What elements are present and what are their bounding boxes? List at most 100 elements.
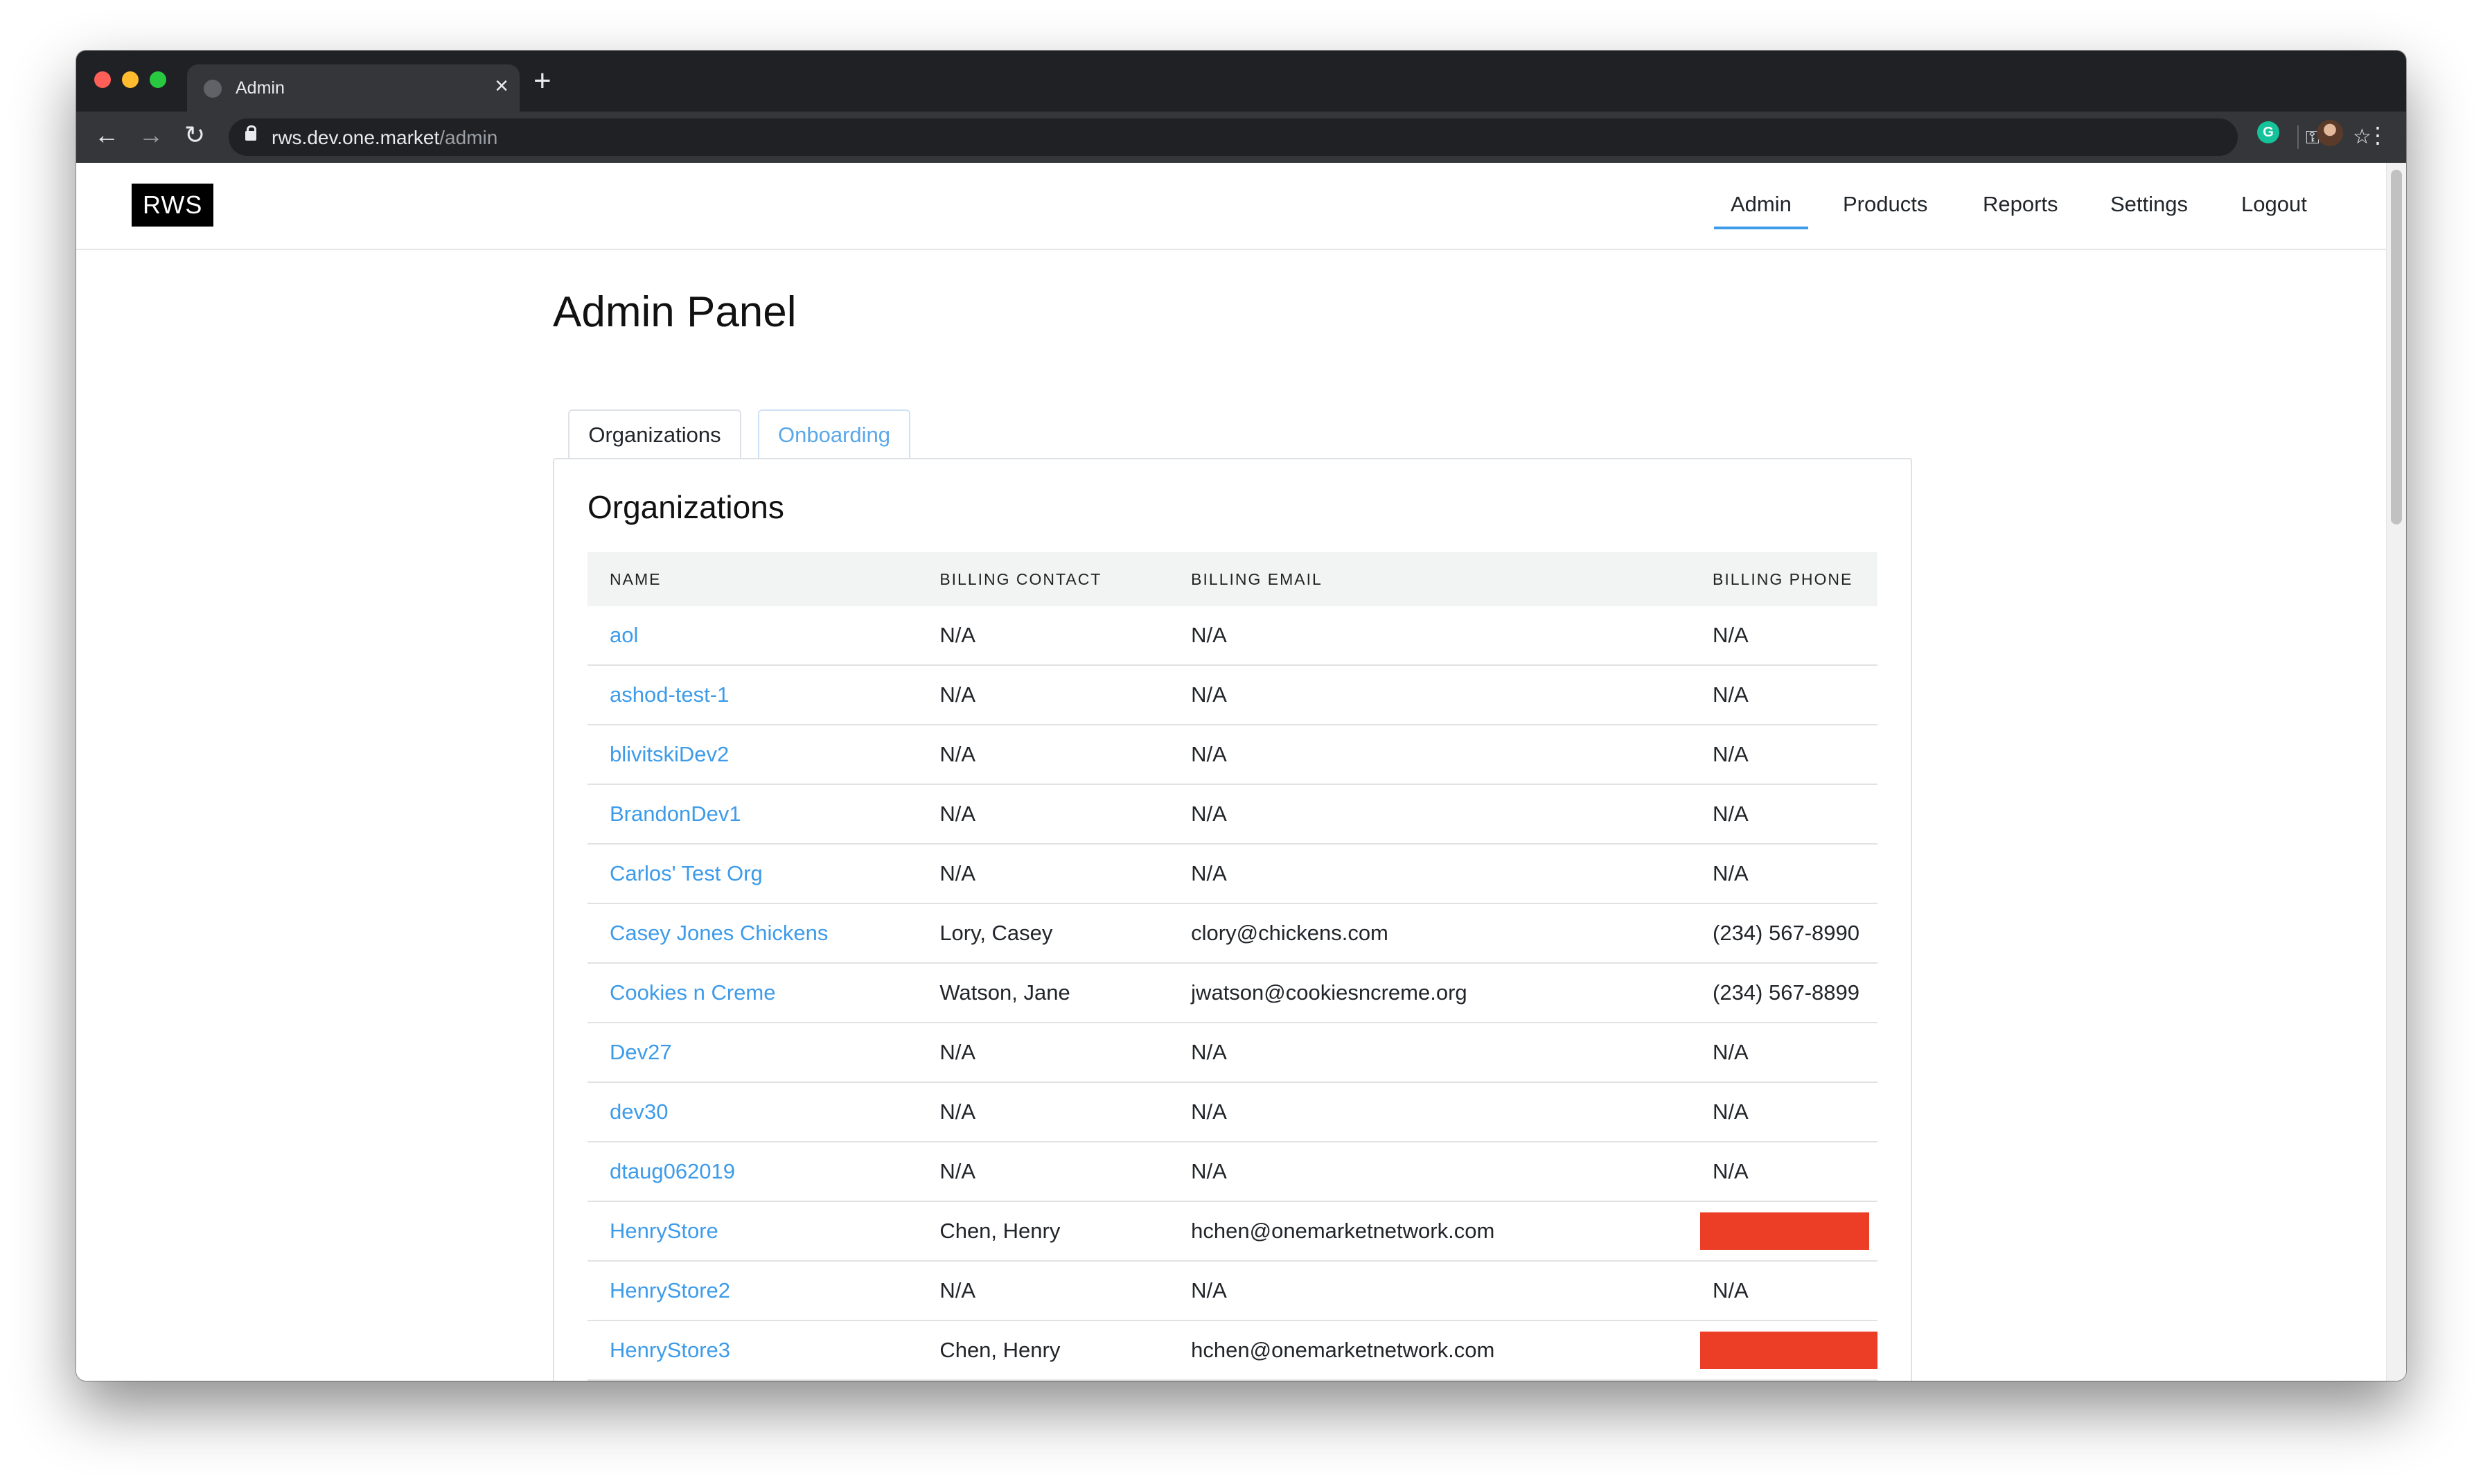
billing-phone-cell: N/A bbox=[1690, 1082, 1877, 1142]
table-row[interactable]: Dev27 N/A N/A N/A bbox=[587, 1023, 1877, 1083]
close-window-button[interactable] bbox=[94, 71, 111, 88]
brand-logo[interactable]: RWS bbox=[132, 184, 214, 227]
org-name-link[interactable]: HenryStore3 bbox=[587, 1320, 918, 1381]
org-name-link[interactable]: HenryStore bbox=[587, 1201, 918, 1262]
browser-tab-title: Admin bbox=[236, 78, 285, 98]
org-name-link[interactable]: Jane, Inc bbox=[587, 1380, 918, 1381]
column-header-billing-phone[interactable]: BILLING PHONE bbox=[1690, 552, 1877, 606]
billing-phone-cell: N/A bbox=[1690, 1023, 1877, 1083]
page-title: Admin Panel bbox=[553, 288, 797, 336]
profile-avatar-icon[interactable] bbox=[2317, 120, 2343, 146]
billing-contact-cell: N/A bbox=[917, 1082, 1169, 1142]
url-path: /admin bbox=[439, 127, 498, 148]
billing-phone-cell: N/A bbox=[1690, 1261, 1877, 1321]
table-row[interactable]: Casey Jones Chickens Lory, Casey clory@chi… bbox=[587, 903, 1877, 964]
org-name-link[interactable]: Cookies n Creme bbox=[587, 963, 918, 1023]
nav-logout[interactable]: Logout bbox=[2241, 192, 2307, 217]
panel-title: Organizations bbox=[587, 489, 784, 525]
maximize-window-button[interactable] bbox=[150, 71, 166, 88]
billing-phone-cell: N/A bbox=[1690, 665, 1877, 725]
billing-phone-cell: N/A bbox=[1690, 844, 1877, 904]
org-name-link[interactable]: blivitskiDev2 bbox=[587, 725, 918, 785]
org-name-link[interactable]: HenryStore2 bbox=[587, 1261, 918, 1321]
nav-settings[interactable]: Settings bbox=[2110, 192, 2188, 217]
browser-window: Admin × + ← → ↻ rws.dev.one.market/admin… bbox=[76, 51, 2406, 1381]
reload-icon[interactable]: ↻ bbox=[184, 121, 205, 149]
table-row[interactable]: Carlos' Test Org N/A N/A N/A bbox=[587, 844, 1877, 904]
scrollbar[interactable] bbox=[2386, 163, 2406, 1381]
redaction-bar bbox=[1700, 1212, 1869, 1250]
table-body: aol N/A N/A N/A ashod-test-1 N/A N/A N/A blivits… bbox=[587, 606, 1877, 1381]
billing-email-cell: N/A bbox=[1169, 844, 1690, 904]
billing-email-cell: N/A bbox=[1169, 1142, 1690, 1202]
nav-reports[interactable]: Reports bbox=[1983, 192, 2058, 217]
column-header-billing-email[interactable]: BILLING EMAIL bbox=[1169, 552, 1690, 606]
billing-email-cell: hchen@onemarketnetwork.com bbox=[1169, 1201, 1690, 1262]
close-tab-icon[interactable]: × bbox=[495, 74, 509, 98]
screen: Admin × + ← → ↻ rws.dev.one.market/admin… bbox=[0, 0, 2483, 1484]
table-row[interactable]: dtaug062019 N/A N/A N/A bbox=[587, 1142, 1877, 1202]
billing-phone-cell: (234) 567-8990 bbox=[1690, 903, 1877, 964]
tab-onboarding[interactable]: Onboarding bbox=[758, 409, 910, 459]
org-name-link[interactable]: Dev27 bbox=[587, 1023, 918, 1083]
billing-phone-cell bbox=[1690, 1201, 1877, 1262]
table-row[interactable]: dev30 N/A N/A N/A bbox=[587, 1082, 1877, 1142]
org-name-link[interactable]: aol bbox=[587, 606, 918, 666]
billing-email-cell: jwatson@cookiesncreme.org bbox=[1169, 963, 1690, 1023]
tab-organizations[interactable]: Organizations bbox=[568, 409, 741, 459]
url-text: rws.dev.one.market/admin bbox=[272, 127, 497, 149]
table-row[interactable]: blivitskiDev2 N/A N/A N/A bbox=[587, 725, 1877, 785]
billing-phone-cell: (234) 567-8899 bbox=[1690, 963, 1877, 1023]
org-name-link[interactable]: BrandonDev1 bbox=[587, 784, 918, 845]
nav-products[interactable]: Products bbox=[1843, 192, 1927, 217]
billing-phone-cell: N/A bbox=[1690, 606, 1877, 666]
org-name-link[interactable]: Carlos' Test Org bbox=[587, 844, 918, 904]
browser-tab-admin[interactable]: Admin × bbox=[187, 64, 520, 112]
address-bar[interactable]: rws.dev.one.market/admin ⚿ ☆ bbox=[229, 118, 2371, 156]
billing-contact-cell: Lory, Casey bbox=[917, 903, 1169, 964]
org-name-link[interactable]: Casey Jones Chickens bbox=[587, 903, 918, 964]
organizations-panel: Organizations NAME BILLING CONTACT BILLI… bbox=[553, 458, 1912, 1381]
org-name-link[interactable]: ashod-test-1 bbox=[587, 665, 918, 725]
browser-toolbar: ← → ↻ rws.dev.one.market/admin ⚿ ☆ G ⋮ bbox=[76, 112, 2406, 163]
redaction-bar bbox=[1700, 1332, 1877, 1369]
billing-email-cell: N/A bbox=[1169, 1261, 1690, 1321]
org-name-link[interactable]: dev30 bbox=[587, 1082, 918, 1142]
table-row[interactable]: aol N/A N/A N/A bbox=[587, 606, 1877, 666]
forward-arrow-icon[interactable]: → bbox=[139, 121, 164, 149]
grammarly-extension-icon[interactable]: G bbox=[2257, 121, 2279, 143]
back-arrow-icon[interactable]: ← bbox=[94, 121, 119, 149]
tab-strip: Admin × + bbox=[76, 51, 2406, 112]
billing-phone-cell: N/A bbox=[1690, 784, 1877, 845]
billing-email-cell: N/A bbox=[1169, 1082, 1690, 1142]
billing-phone-cell bbox=[1690, 1320, 1877, 1381]
nav-admin[interactable]: Admin bbox=[1714, 192, 1808, 229]
column-header-billing-contact[interactable]: BILLING CONTACT bbox=[917, 552, 1169, 606]
billing-contact-cell: N/A bbox=[917, 1023, 1169, 1083]
billing-phone-cell: N/A bbox=[1690, 725, 1877, 785]
table-row[interactable]: BrandonDev1 N/A N/A N/A bbox=[587, 784, 1877, 845]
billing-phone-cell bbox=[1690, 1380, 1877, 1381]
org-name-link[interactable]: dtaug062019 bbox=[587, 1142, 918, 1202]
minimize-window-button[interactable] bbox=[122, 71, 139, 88]
lock-icon[interactable] bbox=[245, 125, 256, 141]
table-row[interactable]: Cookies n Creme Watson, Jane jwatson@cooki… bbox=[587, 963, 1877, 1023]
billing-email-cell: N/A bbox=[1169, 1023, 1690, 1083]
kebab-menu-icon[interactable]: ⋮ bbox=[2367, 121, 2389, 149]
page-viewport: RWS Admin Products Reports Settings Logo… bbox=[76, 163, 2406, 1381]
table-row[interactable]: ashod-test-1 N/A N/A N/A bbox=[587, 665, 1877, 725]
scrollbar-thumb[interactable] bbox=[2391, 170, 2402, 524]
table-row[interactable]: HenryStore Chen, Henry hchen@onemarketnetw… bbox=[587, 1201, 1877, 1262]
table-row[interactable]: HenryStore3 Chen, Henry hchen@onemarketnet… bbox=[587, 1320, 1877, 1381]
billing-contact-cell: Chen, Henry bbox=[917, 1201, 1169, 1262]
billing-email-cell: N/A bbox=[1169, 784, 1690, 845]
table-row[interactable]: HenryStore2 N/A N/A N/A bbox=[587, 1261, 1877, 1321]
new-tab-button[interactable]: + bbox=[533, 66, 551, 96]
column-header-name[interactable]: NAME bbox=[587, 552, 917, 606]
globe-icon bbox=[204, 80, 222, 98]
table-row[interactable]: Jane, IncWatson, Jane Editjwatson@janeco… bbox=[587, 1380, 1877, 1381]
toolbar-divider bbox=[2297, 125, 2299, 149]
billing-contact-cell: N/A bbox=[917, 665, 1169, 725]
billing-contact-cell: N/A bbox=[917, 725, 1169, 785]
billing-contact-cell: N/A bbox=[917, 784, 1169, 845]
